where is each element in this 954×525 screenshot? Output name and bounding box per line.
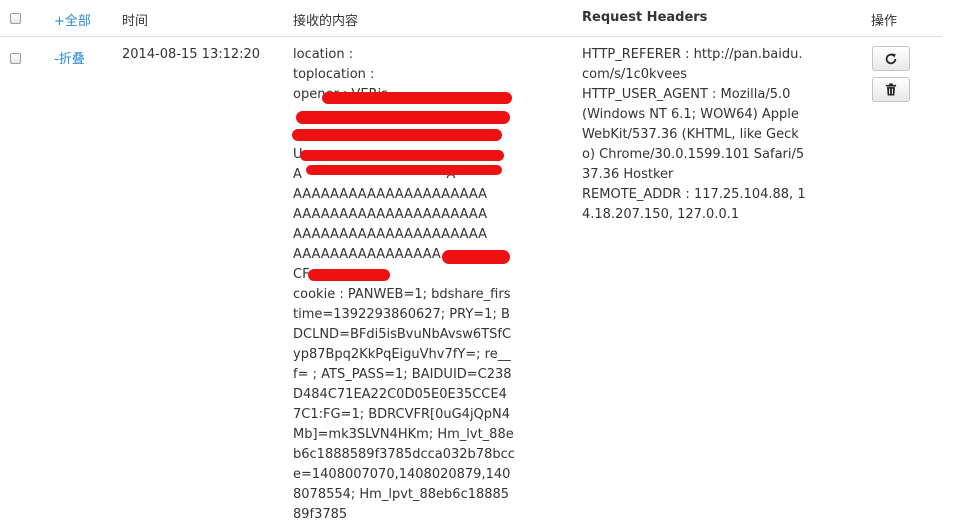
- refresh-icon: [885, 52, 897, 64]
- trash-icon: [885, 83, 897, 96]
- expand-all-link[interactable]: +全部: [54, 10, 91, 29]
- request-headers: HTTP_REFERER : http://pan.baidu.com/s/1c…: [582, 47, 806, 222]
- column-header-content: 接收的内容: [293, 14, 359, 29]
- refresh-button[interactable]: [872, 46, 910, 71]
- redaction-mark: [442, 250, 510, 264]
- column-header-time: 时间: [122, 14, 149, 29]
- redaction-mark: [306, 165, 502, 175]
- row-checkbox[interactable]: [10, 53, 21, 64]
- redaction-mark: [322, 92, 512, 104]
- redaction-mark: [300, 150, 504, 161]
- redaction-mark: [292, 129, 502, 141]
- redaction-mark: [296, 111, 510, 124]
- row-time: 2014-08-15 13:12:20: [122, 47, 261, 62]
- table-header: +全部 时间 接收的内容 Request Headers 操作: [0, 0, 942, 37]
- column-header-actions: 操作: [871, 14, 898, 29]
- redaction-mark: [308, 269, 390, 281]
- collapse-link[interactable]: -折叠: [54, 48, 85, 67]
- delete-button[interactable]: [872, 77, 910, 102]
- column-header-request-headers: Request Headers: [582, 10, 708, 25]
- table-row: -折叠 2014-08-15 13:12:20 location : toplo…: [0, 37, 942, 522]
- select-all-checkbox[interactable]: [10, 13, 21, 24]
